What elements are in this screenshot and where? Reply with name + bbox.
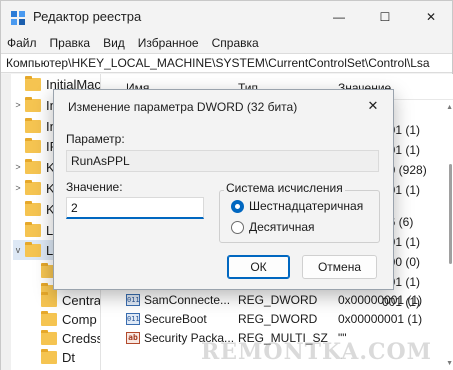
dword-value-icon: 011 — [126, 313, 140, 325]
value-label: Значение: — [66, 180, 123, 194]
vertical-scrollbar-thumb[interactable] — [449, 164, 452, 264]
tree-item[interactable]: Credss — [29, 328, 101, 348]
radio-label: Шестнадцатеричная — [249, 199, 364, 213]
folder-icon — [41, 291, 57, 307]
folder-icon — [25, 158, 41, 174]
address-bar[interactable]: Компьютер\HKEY_LOCAL_MACHINE\SYSTEM\Curr… — [1, 53, 452, 73]
folder-icon — [25, 221, 41, 237]
value-data: 0x00000001 (1) — [338, 312, 423, 326]
value-data-input[interactable] — [66, 197, 204, 219]
tree-item[interactable]: Comp — [29, 309, 97, 329]
tree-item-label: Centra — [62, 292, 101, 308]
folder-open-icon — [25, 241, 41, 257]
folder-icon — [41, 329, 57, 345]
string-value-icon: ab — [126, 332, 140, 344]
radio-unselected-icon[interactable] — [231, 220, 244, 234]
menu-edit[interactable]: Правка — [50, 36, 91, 50]
menu-bar: Файл Правка Вид Избранное Справка — [1, 33, 452, 53]
dword-value-icon: 011 — [126, 294, 140, 306]
parameter-name-field: RunAsPPL — [66, 150, 379, 172]
value-type: REG_DWORD — [238, 293, 318, 307]
value-name: SamConnecte... — [144, 293, 231, 307]
scroll-down-arrow-icon[interactable]: ▼ — [446, 360, 453, 367]
value-type: REG_DWORD — [238, 312, 318, 326]
maximize-button[interactable]: ☐ — [362, 1, 408, 33]
base-legend: Система исчисления — [224, 181, 345, 195]
dialog-close-button[interactable]: ✕ — [361, 94, 385, 118]
tree-item-label: Credss — [62, 330, 101, 346]
window-title: Редактор реестра — [33, 9, 142, 24]
value-name: SecureBoot — [144, 312, 207, 326]
chevron-right-icon[interactable]: > — [13, 100, 23, 110]
radio-decimal[interactable]: Десятичная — [231, 220, 315, 234]
tree-item[interactable]: Dt — [29, 347, 75, 367]
radio-selected-icon[interactable] — [231, 199, 244, 213]
folder-icon — [25, 117, 41, 133]
value-row-secureboot[interactable]: 011 SecureBoot REG_DWORD 0x00000001 (1) — [102, 309, 453, 329]
cancel-button[interactable]: Отмена — [302, 255, 377, 279]
chevron-right-icon[interactable]: > — [13, 162, 23, 172]
edit-dword-dialog: Изменение параметра DWORD (32 бита) ✕ Па… — [53, 89, 394, 290]
chevron-right-icon[interactable]: > — [13, 183, 23, 193]
chevron-down-icon[interactable]: v — [13, 245, 23, 255]
radio-label: Десятичная — [249, 220, 315, 234]
tree-scrollbar[interactable] — [1, 74, 11, 370]
tree-item-label: Dt — [62, 349, 75, 365]
registry-editor-icon — [11, 11, 25, 25]
watermark: REMONTKA.COM — [201, 339, 433, 365]
tree-item[interactable]: IP — [13, 136, 58, 156]
close-button[interactable]: ✕ — [408, 1, 453, 33]
value-row-samconnected[interactable]: 011 SamConnecte... REG_DWORD 0x00000001 … — [102, 290, 453, 310]
minimize-button[interactable]: — — [316, 1, 362, 33]
menu-view[interactable]: Вид — [103, 36, 125, 50]
base-groupbox — [219, 190, 380, 243]
menu-help[interactable]: Справка — [212, 36, 259, 50]
folder-icon — [41, 348, 57, 364]
menu-favorites[interactable]: Избранное — [138, 36, 199, 50]
tree-item[interactable]: Centra — [29, 290, 101, 310]
registry-editor-window: Редактор реестра — ☐ ✕ Файл Правка Вид И… — [0, 0, 453, 370]
value-data: 0x00000001 (1) — [338, 293, 423, 307]
parameter-label: Параметр: — [66, 132, 125, 146]
folder-icon — [25, 137, 41, 153]
folder-icon — [25, 200, 41, 216]
ok-button[interactable]: ОК — [227, 255, 290, 279]
radio-hexadecimal[interactable]: Шестнадцатеричная — [231, 199, 363, 213]
folder-icon — [25, 75, 41, 91]
dialog-title: Изменение параметра DWORD (32 бита) — [68, 100, 298, 114]
folder-icon — [25, 179, 41, 195]
scroll-up-arrow-icon[interactable]: ▲ — [446, 104, 453, 111]
title-bar: Редактор реестра — ☐ ✕ — [1, 1, 452, 33]
tree-item-label: Comp — [62, 311, 97, 327]
folder-icon — [41, 310, 57, 326]
menu-file[interactable]: Файл — [7, 36, 37, 50]
folder-icon — [25, 96, 41, 112]
